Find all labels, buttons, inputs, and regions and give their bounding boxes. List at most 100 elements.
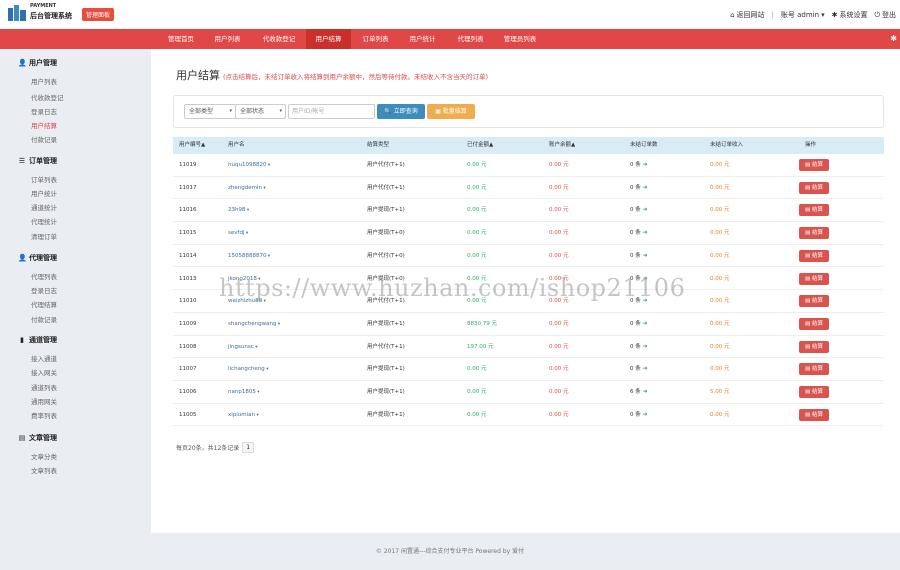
arrow-right-icon[interactable]: ➜ [641,206,648,213]
sidebar-item-article-categories[interactable]: 文章分类 [31,451,57,461]
main-content: 用户结算 (点击结算后，未结订单收入将结算到用户余额中，然后等待付款。未结收入不… [151,49,900,533]
sidebar-item-gateway-access[interactable]: 接入网关 [31,367,57,377]
cell-username[interactable]: sevfdj ▾ [228,222,248,244]
sidebar-item-agent-payments[interactable]: 付款记录 [31,314,57,324]
cell-username[interactable]: huqu1098820 ▾ [228,154,270,176]
cell-username[interactable]: weizhizhu88 ▾ [228,290,266,312]
cell-user-id: 11008 [179,343,197,350]
arrow-right-icon[interactable]: ➜ [641,184,648,191]
cell-paid: 0.00 元 [467,389,487,395]
type-select[interactable]: 全部类型 ▾ [184,104,236,119]
arrow-right-icon[interactable]: ➜ [641,229,648,236]
settle-button[interactable]: ▤ 结算 [799,249,829,262]
sidebar-group-users[interactable]: 👤 用户管理 [18,58,57,68]
sidebar-item-agent-stats[interactable]: 代理统计 [31,216,57,226]
arrow-right-icon[interactable]: ➜ [641,388,648,395]
col-balance[interactable]: 账户余额▲ [549,137,575,154]
settle-button[interactable]: ▤ 结算 [799,227,829,240]
home-link[interactable]: ⌂ 返回网站 [730,10,764,20]
settle-button[interactable]: ▤ 结算 [799,159,829,171]
sidebar-item-article-list[interactable]: 文章列表 [31,465,57,475]
sidebar-item-agent-list[interactable]: 代理列表 [31,271,57,281]
page-button[interactable]: 1 [242,442,255,453]
pagination-summary: 每页20条，共12条记录 [176,445,240,452]
search-input[interactable]: 用户ID/帐号 [288,104,375,119]
sidebar-group-articles[interactable]: ▤ 文章管理 [18,433,57,443]
col-paid[interactable]: 已付金额▲ [467,137,493,154]
sidebar-item-channel-list[interactable]: 通道列表 [31,382,57,392]
cell-username[interactable]: nanp1805 ▾ [228,381,260,403]
arrow-right-icon[interactable]: ➜ [641,320,648,327]
sidebar-group-channels[interactable]: ▮ 通道管理 [18,335,57,345]
sidebar-item-user-stats[interactable]: 用户统计 [31,188,57,198]
nav-tab-admins[interactable]: 管理员列表 [495,29,545,49]
nav-tab-dashboard[interactable]: 管理首页 [160,29,202,49]
settle-button[interactable]: ▤ 结算 [799,408,829,421]
sidebar-item-common-gateway[interactable]: 通用网关 [31,396,57,406]
settle-button[interactable]: ▤ 结算 [799,181,829,194]
chevron-down-icon: ▾ [261,185,266,191]
settle-button[interactable]: ▤ 结算 [799,317,829,330]
arrow-right-icon[interactable]: ➜ [641,252,648,259]
nav-tab-settlement[interactable]: 用户结算 [306,29,351,49]
table-row: 11016 23h98 ▾ 用户提现(T+1) 0.00 元 0.00 元 0 条 ➜ 0.… [173,199,884,223]
sidebar-group-orders[interactable]: ☰ 订单管理 [18,156,57,166]
gear-icon[interactable]: ✱ [890,34,897,43]
col-user-id[interactable]: 用户编号▲ [179,137,205,154]
settle-button[interactable]: ▤ 结算 [799,272,829,285]
settle-button[interactable]: ▤ 结算 [799,386,829,398]
cell-username[interactable]: zhengdemin ▾ [228,177,266,199]
cell-username[interactable]: jingsunsc ▾ [228,336,257,358]
cell-username[interactable]: xiplumian ▾ [228,404,259,426]
cell-user-id: 11019 [179,162,197,168]
sidebar-item-clean-orders[interactable]: 清理订单 [31,231,57,241]
chevron-down-icon: ▾ [255,412,259,418]
status-select[interactable]: 全部状态 ▾ [235,104,286,119]
sidebar-item-channel-stats[interactable]: 通道统计 [31,202,57,212]
logout-link[interactable]: ⏻ 登出 [874,10,896,20]
cell-username[interactable]: shangchengwang ▾ [228,313,280,335]
sidebar-item-agent-login-log[interactable]: 登录日志 [31,285,57,295]
sidebar-item-login-log[interactable]: 登录日志 [31,106,57,116]
arrow-right-icon[interactable]: ➜ [641,343,648,350]
nav-tab-orders[interactable]: 订单列表 [353,29,398,49]
cell-paid: 0.00 元 [467,366,487,373]
arrow-right-icon[interactable]: ➜ [641,161,648,168]
sidebar-item-collection[interactable]: 代收款登记 [31,92,64,102]
sidebar-item-user-list[interactable]: 用户列表 [31,76,57,86]
batch-settle-button[interactable]: ▣ 批量结算 [427,104,475,119]
cell-balance: 0.00 元 [549,230,569,237]
settings-link[interactable]: ✱ 系统设置 [832,10,868,20]
cell-username[interactable]: 23h98 ▾ [228,199,249,221]
cell-paid: 0.00 元 [467,411,487,418]
nav-tab-collection[interactable]: 代收款登记 [253,29,305,49]
sidebar-item-rate-list[interactable]: 费率列表 [31,410,57,420]
settle-button[interactable]: ▤ 结算 [799,340,829,353]
cell-username[interactable]: jkong2018 ▾ [228,268,261,290]
sidebar-item-settlement[interactable]: 用户结算 [31,120,57,130]
nav-tab-agents[interactable]: 代理列表 [448,29,493,49]
settle-button[interactable]: ▤ 结算 [799,204,829,217]
settle-button[interactable]: ▤ 结算 [799,295,829,308]
nav-tab-stats[interactable]: 用户统计 [400,29,445,49]
table-row: 11005 xiplumian ▾ 用户提现(T+1) 0.00 元 0.00 元 0 条… [173,404,884,427]
cell-paid: 0.00 元 [467,275,487,282]
home-icon: ⌂ [730,11,735,19]
account-link[interactable]: 账号 admin ▾ [781,10,825,20]
cell-username[interactable]: lichangcheng ▾ [228,358,269,380]
sidebar-item-payment-records[interactable]: 付款记录 [31,134,57,144]
settle-button[interactable]: ▤ 结算 [799,363,829,376]
sidebar-item-channel-access[interactable]: 接入通道 [31,353,57,363]
arrow-right-icon[interactable]: ➜ [641,297,648,304]
query-button[interactable]: 🔍 立即查询 [377,104,425,119]
arrow-right-icon[interactable]: ➜ [641,275,648,282]
sidebar-group-agents[interactable]: 👤 代理管理 [18,253,57,263]
table-row: 11010 weizhizhu88 ▾ 用户代付(T+1) 0.00 元 0.00 元 0… [173,290,884,313]
nav-tab-users[interactable]: 用户列表 [205,29,250,49]
cell-user-id: 11005 [179,411,197,418]
sidebar-item-agent-settlement[interactable]: 代理结算 [31,299,57,309]
sidebar-item-order-list[interactable]: 订单列表 [31,174,57,184]
arrow-right-icon[interactable]: ➜ [641,365,648,372]
arrow-right-icon[interactable]: ➜ [641,411,648,418]
cell-username[interactable]: 15058888870 ▾ [228,245,270,267]
